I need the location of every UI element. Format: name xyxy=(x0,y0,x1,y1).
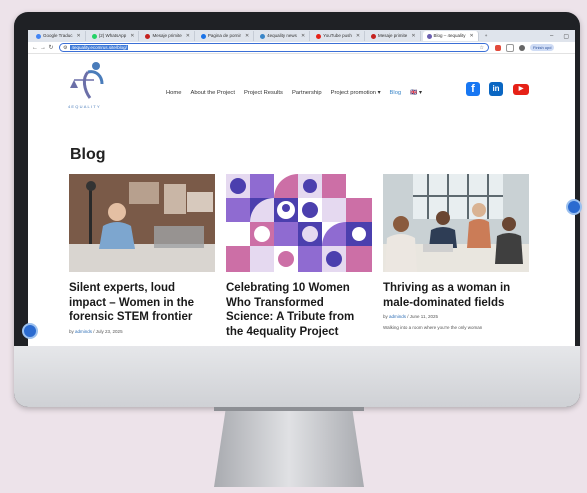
post-meta: by adminds / July 23, 2025 xyxy=(69,328,123,334)
toolbar-extensions: Finish upd xyxy=(495,43,555,52)
tab-favicon-icon xyxy=(91,33,97,39)
post-date: July 23, 2025 xyxy=(95,328,123,334)
close-icon[interactable]: ✕ xyxy=(470,31,474,41)
nav-partnership[interactable]: Partnership xyxy=(292,90,322,96)
tab-bar: Google Traduc ✕ (2) WhatsApp ✕ Mesaje prim… xyxy=(28,30,575,42)
post-excerpt: Walking into a room where you're the onl… xyxy=(383,325,483,330)
browser-tab[interactable]: 4equality news ✕ xyxy=(256,31,311,41)
close-icon[interactable]: ✕ xyxy=(130,31,134,41)
new-tab-button[interactable]: + xyxy=(481,31,492,41)
url-field[interactable]: ⚙ 4equality.ecomrus.site/blog/ ☆ xyxy=(59,43,489,52)
nav-blog[interactable]: Blog xyxy=(390,90,402,96)
blog-post-card[interactable]: Silent experts, loud impact – Women in t… xyxy=(69,174,215,334)
post-date: June 11, 2025 xyxy=(409,314,438,319)
tab-label: Pagina de pornir xyxy=(207,33,241,38)
facebook-icon[interactable]: f xyxy=(466,82,480,96)
window-controls: – ▢ xyxy=(550,33,575,40)
tab-favicon-icon xyxy=(260,33,266,39)
site-header: 4EQUALITY Home About the Project Project… xyxy=(28,54,575,114)
tab-favicon-icon xyxy=(426,33,432,39)
post-title[interactable]: Silent experts, loud impact – Women in t… xyxy=(69,281,215,325)
main-nav: Home About the Project Project Results P… xyxy=(166,90,422,96)
monitor-chin xyxy=(14,346,580,407)
blog-post-card[interactable]: Thriving as a woman in male-dominated fi… xyxy=(383,174,529,330)
minimize-icon[interactable]: – xyxy=(550,33,553,40)
extension-icon[interactable] xyxy=(495,44,501,51)
bookmark-star-icon[interactable]: ☆ xyxy=(480,45,484,51)
page-title: Blog xyxy=(70,146,106,163)
post-author[interactable]: adminds xyxy=(389,314,406,319)
url-text: 4equality.ecomrus.site/blog/ xyxy=(70,45,128,50)
tab-label: Mesaje primite xyxy=(378,33,408,38)
maximize-icon[interactable]: ▢ xyxy=(563,33,569,40)
browser-tab[interactable]: Pagina de pornir ✕ xyxy=(197,31,255,41)
close-icon[interactable]: ✕ xyxy=(245,31,249,41)
close-icon[interactable]: ✕ xyxy=(77,31,81,41)
monitor-stand-top xyxy=(214,407,364,411)
nav-about[interactable]: About the Project xyxy=(190,90,234,96)
tab-label: Blog – 4equality xyxy=(433,33,466,38)
close-icon[interactable]: ✕ xyxy=(411,31,415,41)
browser-tab[interactable]: YouTube push ✕ xyxy=(312,31,366,41)
tab-favicon-icon xyxy=(316,33,322,39)
post-thumbnail[interactable] xyxy=(226,174,372,272)
browser-tab[interactable]: Mesaje primite ✕ xyxy=(141,31,195,41)
tab-label: Google Traduc xyxy=(43,33,73,38)
tab-favicon-icon xyxy=(371,33,377,39)
site-info-icon[interactable]: ⚙ xyxy=(63,45,67,51)
close-icon[interactable]: ✕ xyxy=(186,31,190,41)
reload-icon[interactable]: ↻ xyxy=(47,44,55,51)
tab-label: 4equality news xyxy=(267,33,297,38)
browser-tab[interactable]: (2) WhatsApp ✕ xyxy=(88,31,140,41)
tab-label: (2) WhatsApp xyxy=(98,33,127,38)
post-thumbnail[interactable] xyxy=(383,174,529,272)
tab-favicon-icon xyxy=(145,33,151,39)
logo-text: 4EQUALITY xyxy=(68,104,101,109)
profile-avatar[interactable] xyxy=(519,44,525,51)
browser-window: Google Traduc ✕ (2) WhatsApp ✕ Mesaje prim… xyxy=(28,30,575,346)
nav-promotion[interactable]: Project promotion ▾ xyxy=(331,90,381,96)
post-author[interactable]: adminds xyxy=(75,329,92,334)
nav-results[interactable]: Project Results xyxy=(244,90,283,96)
site-logo[interactable] xyxy=(66,60,110,102)
forward-arrow-icon[interactable]: → xyxy=(39,45,47,51)
close-icon[interactable]: ✕ xyxy=(356,31,360,41)
scroll-bubble[interactable] xyxy=(566,199,582,215)
nav-home[interactable]: Home xyxy=(166,90,181,96)
tab-favicon-icon xyxy=(36,33,41,39)
youtube-icon[interactable]: ▶ xyxy=(513,84,529,95)
post-title[interactable]: Thriving as a woman in male-dominated fi… xyxy=(383,281,529,310)
browser-tab-active[interactable]: Blog – 4equality ✕ xyxy=(422,31,479,41)
post-meta: by adminds / June 11, 2025 xyxy=(383,314,438,319)
blog-post-card[interactable]: Celebrating 10 Women Who Transformed Sci… xyxy=(226,174,372,339)
address-bar: ← → ↻ ⚙ 4equality.ecomrus.site/blog/ ☆ F… xyxy=(28,42,575,54)
tab-label: YouTube push xyxy=(323,33,352,38)
browser-tab[interactable]: Mesaje primite ✕ xyxy=(367,31,421,41)
scroll-bubble[interactable] xyxy=(22,323,38,339)
linkedin-icon[interactable]: in xyxy=(489,82,503,96)
tab-label: Mesaje primite xyxy=(152,33,182,38)
browser-tab[interactable]: Google Traduc ✕ xyxy=(32,31,86,41)
extensions-puzzle-icon[interactable] xyxy=(506,43,514,52)
back-arrow-icon[interactable]: ← xyxy=(31,45,39,51)
monitor-stand xyxy=(214,407,364,487)
language-selector[interactable]: 🇬🇧 ▾ xyxy=(410,90,422,96)
post-title[interactable]: Celebrating 10 Women Who Transformed Sci… xyxy=(226,281,372,339)
finish-update-button[interactable]: Finish upd xyxy=(530,44,555,51)
tab-favicon-icon xyxy=(200,33,206,39)
close-icon[interactable]: ✕ xyxy=(301,31,305,41)
post-thumbnail[interactable] xyxy=(69,174,215,272)
